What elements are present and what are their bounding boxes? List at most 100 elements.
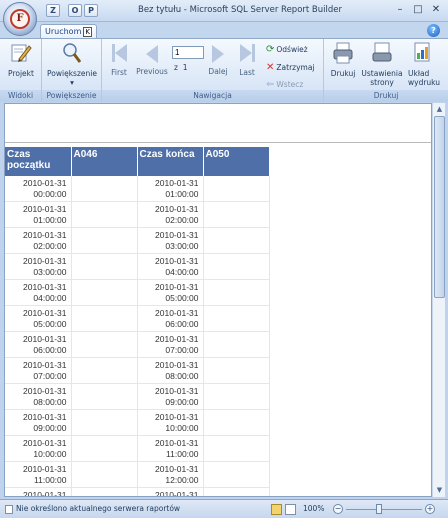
print-button[interactable]: Drukuj: [328, 41, 358, 78]
page-setup-label-1: Ustawienia: [361, 69, 403, 78]
qat-button-z[interactable]: Z: [46, 4, 60, 17]
first-label: First: [111, 68, 127, 77]
table-cell: 2010-01-31 09:00:00: [5, 409, 72, 436]
page-view-icon[interactable]: [285, 504, 296, 515]
column-header: A046: [71, 147, 138, 176]
vertical-scrollbar[interactable]: ▲ ▼: [432, 103, 445, 497]
last-page-button[interactable]: Last: [236, 41, 258, 77]
keytip-badge: K: [83, 27, 92, 37]
edit-icon[interactable]: [271, 504, 282, 515]
stop-button[interactable]: ✕ Zatrzymaj: [266, 62, 315, 73]
table-cell: 2010-01-31 01:00:00: [5, 201, 72, 228]
dropdown-arrow-icon: ▾: [70, 78, 74, 87]
page-setup-icon: [372, 42, 392, 62]
maximize-icon[interactable]: □: [410, 3, 426, 17]
table-cell: 2010-01-31 08:00:00: [137, 357, 204, 384]
zoom-out-icon[interactable]: −: [333, 504, 343, 514]
tab-uruchom-label: Uruchom: [45, 27, 82, 36]
column-header: Czas końca: [137, 147, 204, 176]
table-cell: 2010-01-31 11:00:00: [5, 461, 72, 488]
page-separator: [5, 142, 431, 143]
table-cell: [71, 227, 138, 254]
status-bar: Nie określono aktualnego serwera raportó…: [0, 499, 448, 518]
refresh-button[interactable]: ⟳ Odśwież: [266, 44, 308, 55]
zoom-level: 100%: [303, 504, 325, 513]
page-number-input[interactable]: [172, 46, 204, 59]
next-page-button[interactable]: Dalej: [206, 41, 230, 76]
previous-label: Previous: [136, 67, 168, 76]
previous-page-button[interactable]: Previous: [134, 41, 170, 76]
ribbon: Projekt Widoki Powiększenie ▾ Powiększen…: [0, 38, 448, 102]
table-row: 2010-01-31 01:00:00 2010-01-31 02:00:00: [5, 201, 270, 228]
table-row: 2010-01-31 07:00:00 2010-01-31 08:00:00: [5, 357, 270, 384]
table-cell: 2010-01-31 07:00:00: [5, 357, 72, 384]
table-cell: [203, 253, 270, 280]
table-cell: 2010-01-3113:00:00: [137, 487, 204, 496]
table-cell: 2010-01-31 06:00:00: [5, 331, 72, 358]
minimize-icon[interactable]: –: [392, 3, 408, 17]
previous-arrow-icon: [146, 45, 158, 63]
column-header: Czas początku: [5, 147, 72, 176]
stop-label: Zatrzymaj: [276, 63, 315, 72]
table-cell: [203, 201, 270, 228]
back-button[interactable]: ⇐ Wstecz: [266, 79, 303, 90]
scroll-down-icon[interactable]: ▼: [434, 485, 445, 496]
refresh-icon: ⟳: [266, 44, 275, 55]
table-cell: [71, 357, 138, 384]
table-cell: [71, 383, 138, 410]
table-row: 2010-01-31 11:00:00 2010-01-31 12:00:00: [5, 461, 270, 488]
table-cell: 2010-01-31 05:00:00: [137, 279, 204, 306]
scroll-thumb[interactable]: [434, 116, 445, 298]
table-cell: 2010-01-31 07:00:00: [137, 331, 204, 358]
print-layout-label-1: Układ: [408, 69, 430, 78]
group-widoki: Projekt Widoki: [0, 39, 42, 102]
print-layout-button[interactable]: Układ wydruku: [408, 41, 448, 87]
zoom-slider[interactable]: [346, 509, 422, 510]
group-nawigacja: First Previous Dalej Last ⟳ Odśwież ✕ Za…: [102, 39, 324, 102]
report-viewer[interactable]: Czas początku A046 Czas końca A050 2010-…: [4, 103, 432, 497]
close-icon[interactable]: ✕: [428, 3, 444, 17]
table-cell: [203, 487, 270, 496]
quick-access-toolbar: Z O P: [46, 4, 98, 17]
table-cell: 2010-01-31 01:00:00: [137, 176, 204, 202]
group-label-drukuj: Drukuj: [324, 90, 448, 102]
scroll-up-icon[interactable]: ▲: [434, 104, 445, 115]
projekt-button[interactable]: Projekt: [5, 41, 37, 78]
powiekszenie-button[interactable]: Powiększenie ▾: [46, 41, 98, 87]
table-cell: [203, 461, 270, 488]
application-button[interactable]: F: [3, 2, 37, 36]
table-cell: [71, 201, 138, 228]
table-row: 2010-01-31 03:00:00 2010-01-31 04:00:00: [5, 253, 270, 280]
table-cell: 2010-01-31 04:00:00: [5, 279, 72, 306]
table-cell: [71, 331, 138, 358]
group-label-powiekszenie: Powiększenie: [42, 90, 101, 102]
title-bar: Z O P Bez tytułu - Microsoft SQL Server …: [0, 0, 448, 22]
table-cell: [71, 305, 138, 332]
table-cell: 2010-01-31 09:00:00: [137, 383, 204, 410]
qat-button-o[interactable]: O: [68, 4, 82, 17]
column-header: A050: [203, 147, 270, 176]
table-row: 2010-01-31 05:00:00 2010-01-31 06:00:00: [5, 305, 270, 332]
table-cell: [203, 305, 270, 332]
table-cell: 2010-01-31 05:00:00: [5, 305, 72, 332]
tab-uruchom[interactable]: Uruchom K: [40, 24, 97, 38]
print-label: Drukuj: [330, 69, 356, 78]
page-setup-button[interactable]: Ustawienia strony: [360, 41, 404, 87]
table-cell: 2010-01-31 10:00:00: [137, 409, 204, 436]
printer-icon: [333, 42, 353, 64]
zoom-in-icon[interactable]: +: [425, 504, 435, 514]
first-page-button[interactable]: First: [106, 41, 132, 77]
table-cell: 2010-01-31 08:00:00: [5, 383, 72, 410]
help-icon[interactable]: ?: [427, 24, 440, 37]
table-cell: 2010-01-31 10:00:00: [5, 435, 72, 462]
table-cell: [203, 383, 270, 410]
page-count: z 1: [174, 63, 188, 72]
table-cell: [203, 331, 270, 358]
group-label-widoki: Widoki: [0, 90, 41, 102]
zoom-slider-thumb[interactable]: [376, 504, 382, 514]
last-page-icon: [238, 44, 256, 64]
application-logo-icon: F: [10, 9, 30, 29]
table-cell: [203, 409, 270, 436]
table-cell: [71, 487, 138, 496]
qat-button-p[interactable]: P: [84, 4, 98, 17]
